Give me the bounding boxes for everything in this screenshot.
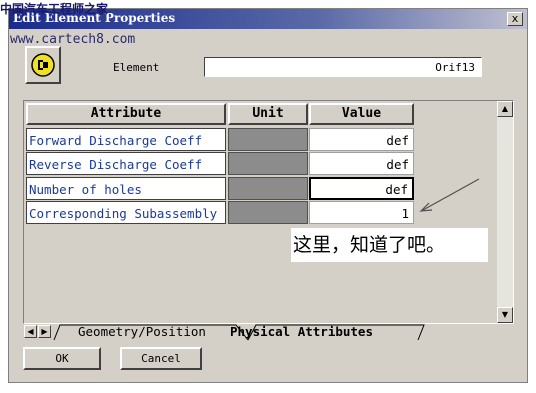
tab-bar: ◀ ▶ Geometry/Position Physical Attribute…	[24, 323, 504, 341]
ok-button[interactable]: OK	[23, 347, 101, 370]
orifice-element-icon	[31, 53, 55, 77]
attribute-corresponding-subassembly: Corresponding Subassembly	[26, 201, 226, 224]
tab-geometry-position[interactable]: Geometry/Position	[78, 324, 206, 339]
column-header-unit[interactable]: Unit	[228, 103, 308, 125]
value-cell-number-of-holes[interactable]: def	[309, 177, 414, 200]
column-header-attribute[interactable]: Attribute	[26, 103, 226, 125]
tab-scroll-left-button[interactable]: ◀	[24, 325, 37, 338]
tab-scroll-right-button[interactable]: ▶	[38, 325, 51, 338]
element-name-field[interactable]: Orif13	[204, 57, 482, 77]
element-label: Element	[113, 61, 160, 74]
scroll-up-button[interactable]: ▲	[497, 101, 513, 117]
attribute-reverse-discharge-coeff: Reverse Discharge Coeff	[26, 152, 226, 175]
unit-cell	[228, 177, 308, 200]
value-cell-reverse-discharge-coeff[interactable]: def	[309, 152, 414, 175]
annotation-arrow	[419, 178, 480, 212]
cancel-button[interactable]: Cancel	[120, 347, 202, 370]
unit-cell	[228, 201, 308, 224]
unit-cell	[228, 128, 308, 151]
scroll-down-button[interactable]: ▼	[497, 307, 513, 323]
element-type-button[interactable]	[25, 46, 61, 84]
watermark-url: www.cartech8.com	[10, 32, 136, 47]
watermark-site-name: 中国汽车工程师之家	[0, 2, 109, 16]
unit-cell	[228, 152, 308, 175]
value-cell-forward-discharge-coeff[interactable]: def	[309, 128, 414, 151]
attribute-forward-discharge-coeff: Forward Discharge Coeff	[26, 128, 226, 151]
tab-physical-attributes[interactable]: Physical Attributes	[230, 324, 373, 339]
annotation-note: 这里，知道了吧。	[291, 228, 488, 262]
value-cell-corresponding-subassembly[interactable]: 1	[309, 201, 414, 224]
column-header-value[interactable]: Value	[309, 103, 414, 125]
close-button[interactable]: x	[507, 12, 523, 26]
attribute-number-of-holes: Number of holes	[26, 177, 226, 200]
vertical-scrollbar[interactable]: ▲ ▼	[497, 101, 513, 323]
